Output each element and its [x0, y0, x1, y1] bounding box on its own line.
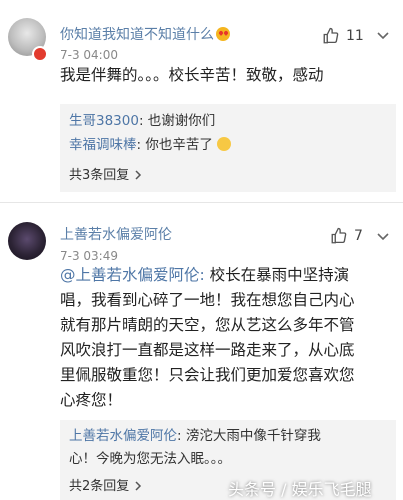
chevron-right-icon [135, 170, 142, 180]
comment-time: 7-3 04:00 [60, 48, 118, 62]
reply-item[interactable]: 生哥38300: 也谢谢你们 [69, 110, 215, 132]
comment-time: 7-3 03:49 [60, 249, 118, 263]
like-count: 11 [346, 28, 364, 44]
reply-username[interactable]: 幸福调味棒 [69, 137, 137, 153]
comment-username[interactable]: 你知道我知道不知道什么 [60, 24, 230, 44]
like-count: 7 [354, 228, 363, 244]
comment-line: 风吹浪打一直都是这样一路走来了，从心底 [60, 341, 355, 359]
thumbs-up-icon [331, 227, 347, 244]
like-button[interactable]: 7 [330, 227, 363, 245]
reply-username[interactable]: 生哥38300 [69, 113, 139, 129]
reply-continuation: 心！今晚为您无法入眠。。。 [69, 451, 231, 467]
chevron-right-icon [135, 481, 142, 491]
comment-line: 心疼您！ [60, 391, 123, 409]
comment-line: 里佩服敬重您！只会让我们更加爱您喜欢您 [60, 366, 355, 384]
comment-line: 唱，我看到心碎了一地！我在想您自己内心 [60, 291, 355, 309]
reply-item[interactable]: 上善若水偏爱阿伦: 滂沱大雨中像千针穿我 [69, 425, 321, 447]
view-replies-link[interactable]: 共3条回复 [69, 164, 143, 183]
divider [0, 202, 403, 203]
chevron-down-icon[interactable] [375, 27, 391, 47]
username-text[interactable]: 你知道我知道不知道什么 [60, 27, 214, 43]
smile-emoji-icon [217, 137, 232, 151]
avatar[interactable] [8, 222, 46, 260]
comment-line: 校长在暴雨中坚持演 [204, 266, 350, 284]
heart-eyes-emoji-icon [216, 27, 230, 41]
mention-link[interactable]: @上善若水偏爱阿伦: [60, 266, 205, 284]
reply-text: 你也辛苦了 [141, 137, 213, 153]
comment-text: 我是伴舞的。。。校长辛苦！致敬，感动 [60, 66, 324, 84]
red-badge-icon [32, 46, 48, 62]
comment-text: @上善若水偏爱阿伦: 校长在暴雨中坚持演 唱，我看到心碎了一地！我在想您自己内心… [60, 263, 400, 413]
thumbs-up-icon [323, 27, 339, 44]
reply-text: 也谢谢你们 [143, 113, 216, 129]
view-replies-link[interactable]: 共2条回复 [69, 475, 143, 494]
chevron-down-icon[interactable] [375, 228, 391, 248]
watermark: 头条号 / 娱乐飞毛腿 [228, 480, 372, 499]
comment-line: 就有那片晴朗的天空，您从艺这么多年不管 [60, 316, 355, 334]
reply-username[interactable]: 上善若水偏爱阿伦 [69, 428, 177, 444]
reply-count[interactable]: 共2条回复 [69, 479, 129, 494]
like-button[interactable]: 11 [322, 27, 364, 45]
reply-item[interactable]: 幸福调味棒: 你也辛苦了 [69, 134, 232, 156]
reply-text: 滂沱大雨中像千针穿我 [181, 428, 321, 444]
comment-username[interactable]: 上善若水偏爱阿伦 [60, 224, 172, 244]
reply-count[interactable]: 共3条回复 [69, 168, 129, 183]
